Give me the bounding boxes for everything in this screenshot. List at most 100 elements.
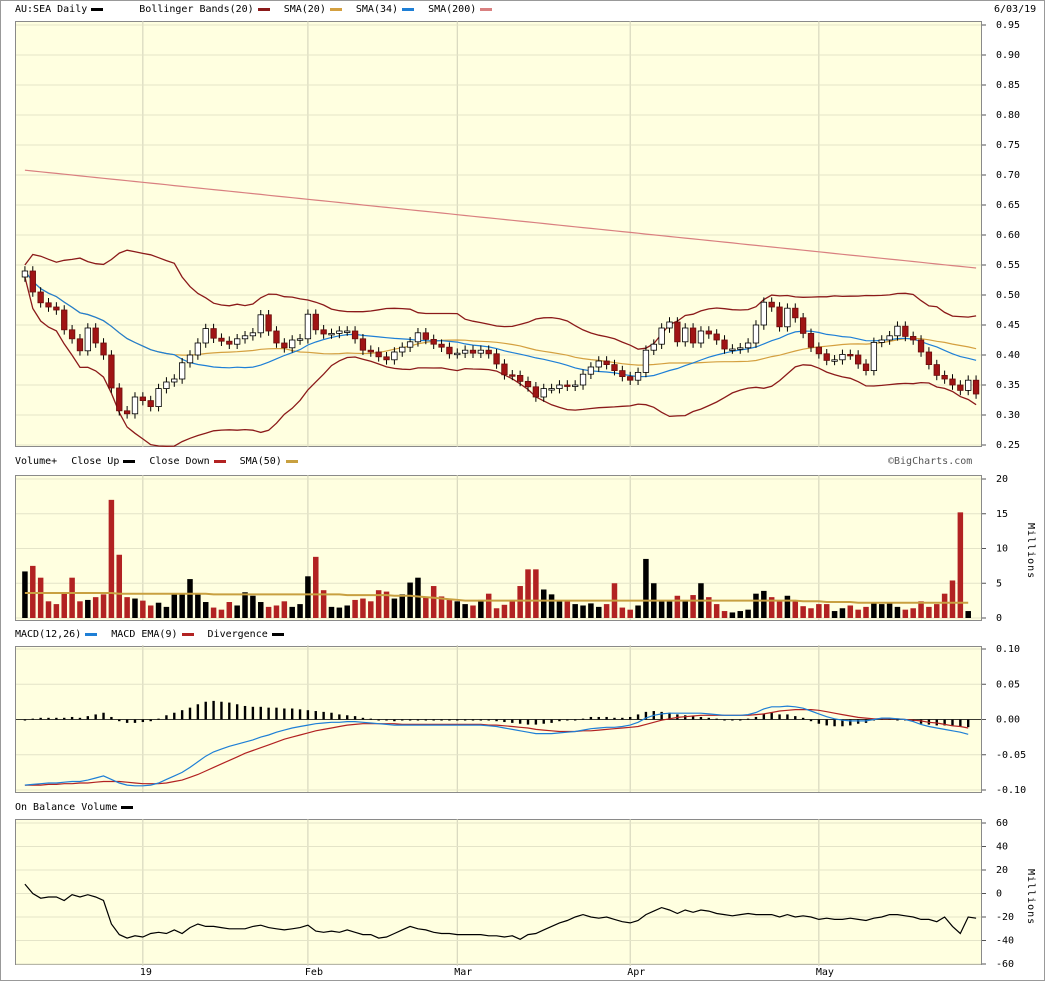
volume-bar [745, 609, 751, 618]
volume-bar [265, 606, 272, 618]
y-tick-label: -20 [996, 912, 1014, 923]
candle-body [823, 353, 830, 361]
volume-bar [85, 599, 91, 618]
volume-bar [30, 565, 36, 618]
candle-body [949, 378, 956, 386]
candle-body [147, 400, 154, 408]
candle-body [202, 328, 209, 344]
candle-body [234, 338, 241, 345]
volume-bar [941, 593, 948, 618]
candle-body [414, 332, 422, 343]
volume-bar [234, 605, 240, 618]
candle-body [186, 354, 194, 364]
volume-bar [603, 604, 610, 618]
macd-divergence-bar [259, 706, 262, 720]
y-tick-label: 0.35 [996, 380, 1020, 391]
candle-body [226, 340, 233, 345]
macd-divergence-bar [393, 719, 396, 722]
macd-divergence-bar [896, 719, 899, 721]
candle-body [29, 270, 36, 293]
volume-bar [257, 602, 264, 618]
y-tick-label: 20 [996, 865, 1008, 876]
volume-bar [430, 586, 437, 618]
macd-divergence-bar [699, 716, 703, 720]
volume-bar [800, 606, 806, 618]
macd-divergence-bar [322, 711, 325, 720]
candle-body [501, 363, 508, 376]
volume-bar [202, 602, 209, 618]
volume-bar [517, 586, 523, 618]
volume-bar [470, 605, 476, 618]
candle-body [100, 342, 107, 356]
x-tick-label: Mar [454, 967, 472, 978]
volume-bar [721, 611, 728, 618]
candle-body [76, 338, 84, 352]
candle-body [839, 353, 846, 361]
macd-divergence-bar [133, 719, 137, 723]
macd-divergence-bar [267, 707, 270, 720]
candle-body [336, 330, 343, 334]
macd-divergence-bar [243, 705, 247, 720]
volume-bar [187, 579, 193, 618]
candle-body [587, 366, 595, 375]
candle-body [281, 342, 288, 349]
volume-bar [792, 601, 799, 618]
volume-bar [438, 596, 445, 618]
macd-divergence-bar [731, 719, 734, 721]
candle-body [68, 329, 76, 340]
y-tick-label: 20 [996, 474, 1008, 485]
macd-divergence-bar [196, 704, 200, 720]
candle-body [524, 380, 532, 388]
macd-divergence-bar [110, 716, 113, 720]
macd-divergence-bar [471, 719, 475, 721]
macd-divergence-bar [794, 716, 797, 720]
macd-divergence-bar [251, 706, 255, 720]
candle-body [894, 325, 901, 337]
macd-divergence-bar [353, 716, 357, 720]
macd-divergence-bar [290, 708, 294, 720]
candle-body [697, 330, 705, 344]
candle-body [477, 349, 484, 354]
volume-bar [816, 604, 822, 618]
volume-bar [776, 601, 783, 618]
macd-divergence-bar [86, 716, 90, 720]
candle-body [886, 335, 893, 341]
candle-body [84, 327, 91, 352]
macd-divergence-bar [518, 719, 522, 724]
candle-body [61, 309, 68, 331]
volume-bar [847, 605, 854, 618]
y-tick-label: 0 [996, 613, 1002, 624]
volume-bar [619, 607, 626, 618]
y-tick-label: 0.75 [996, 140, 1020, 151]
volume-bar [147, 605, 154, 618]
candle-body [784, 307, 791, 328]
y-tick-label: 0.55 [996, 260, 1020, 271]
candle-body [178, 362, 186, 380]
candle-body [933, 364, 940, 376]
y-tick-label: 0.70 [996, 170, 1020, 181]
candle-body [194, 342, 202, 356]
volume-bar [823, 604, 830, 618]
volume-bar [878, 604, 885, 618]
candle-body [108, 354, 115, 389]
candle-body [713, 333, 720, 341]
candle-body [406, 341, 414, 348]
candle-body [430, 338, 437, 345]
candle-body [603, 360, 610, 365]
macd-divergence-bar [63, 717, 66, 720]
volume-bar [886, 603, 893, 618]
volume-sma50-line [24, 592, 969, 604]
macd-divergence-bar [377, 719, 380, 721]
candle-body [92, 327, 99, 344]
macd-divergence-bar [636, 714, 640, 720]
volume-bar [635, 605, 641, 618]
candle-body [548, 388, 555, 391]
candle-body [241, 335, 249, 340]
volume-bar [163, 606, 170, 618]
candle-body [744, 342, 752, 349]
macd-divergence-bar [94, 714, 97, 720]
macd-divergence-bar [204, 701, 207, 720]
candle-body [634, 371, 642, 381]
volume-bar [509, 599, 516, 618]
volume-bar [871, 602, 877, 618]
